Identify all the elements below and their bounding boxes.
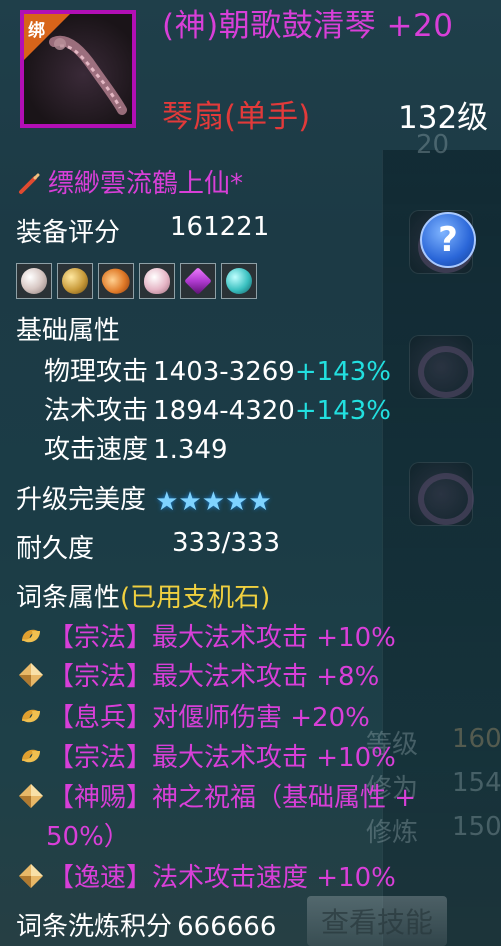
affix-text-continued: 50%） (46, 822, 130, 852)
affix-text: 【宗法】最大法术攻击 +10% (48, 623, 396, 653)
gem-slot-5[interactable] (180, 263, 216, 299)
pearl-gem-icon (21, 268, 47, 294)
background-row-label-3: 修炼 (366, 818, 419, 848)
affix-row: 【宗法】最大法术攻击 +10% (16, 617, 396, 654)
perfection-stars: ★★★★★ (155, 487, 272, 517)
score-value: 161221 (170, 212, 270, 242)
stat-bonus: +143% (294, 357, 391, 387)
teal-orb-gem-icon (226, 268, 252, 294)
stat-label: 攻击速度 (44, 435, 149, 465)
background-slot-3 (409, 462, 474, 526)
affix-header-note: (已用支机石) (120, 583, 271, 613)
durability-value-wrap: 333/333 (172, 528, 280, 558)
maker-row: 缥緲雲流鶴上仙* (18, 163, 243, 200)
gem-slots (16, 263, 257, 299)
stat-value: 1.349 (153, 435, 228, 465)
affix-row: 【宗法】最大法术攻击 +8% (16, 656, 379, 693)
diamond-icon (19, 784, 43, 808)
durability-label: 耐久度 (16, 534, 95, 564)
durability-value: 333/333 (172, 528, 281, 558)
refine-value: 666666 (177, 912, 277, 942)
amber-gem-icon (98, 263, 134, 299)
base-header: 基础属性 (16, 316, 121, 346)
affix-row: 【神赐】神之祝福（基础属性 + (16, 777, 416, 814)
star-icon: ★ (155, 487, 179, 517)
affix-row: 【逸速】法术攻击速度 +10% (16, 857, 396, 894)
pink-pearl-gem-icon (144, 268, 170, 294)
affix-row: 【宗法】最大法术攻击 +10% (16, 737, 396, 774)
item-type: 琴扇(单手) (162, 99, 311, 135)
affix-text: 【神赐】神之祝福（基础属性 + (48, 783, 417, 813)
star-icon: ★ (225, 487, 249, 517)
background-row-value-1: 160 (452, 724, 501, 754)
maker-name: 缥緲雲流鶴上仙* (48, 169, 244, 199)
perfection-label: 升级完美度 (16, 485, 147, 515)
background-row-value-3: 150 (452, 812, 501, 842)
affix-text: 【逸速】法术攻击速度 +10% (48, 863, 396, 893)
swirl-icon (22, 749, 40, 763)
help-button[interactable]: ? (420, 212, 476, 268)
affix-text: 【宗法】最大法术攻击 +8% (48, 662, 380, 692)
background-slot-2 (409, 335, 474, 399)
item-icon[interactable]: 绑 (20, 10, 136, 128)
item-title: (神)朝歌鼓清琴 +20 (162, 8, 454, 44)
score-row: 装备评分 (16, 212, 120, 249)
star-icon: ★ (201, 487, 226, 517)
stat-bonus: +143% (294, 396, 391, 426)
stat-row: 物理攻击 1403-3269+143% (44, 351, 391, 388)
refine-label: 词条洗炼积分 (16, 912, 173, 942)
purple-crystal-gem-icon (184, 267, 212, 295)
background-row-value-2: 154 (452, 768, 501, 798)
gem-slot-1[interactable] (16, 263, 52, 299)
diamond-icon (19, 663, 43, 687)
gem-slot-2[interactable] (57, 263, 93, 299)
affix-header-row: 词条属性(已用支机石) (16, 577, 270, 614)
gold-orb-gem-icon (62, 268, 88, 294)
refine-row: 词条洗炼积分 666666 (16, 906, 276, 943)
stat-label: 物理攻击 (44, 357, 149, 387)
bound-label: 绑 (28, 21, 45, 41)
affix-text: 【息兵】对偃师伤害 +20% (48, 703, 370, 733)
gem-slot-4[interactable] (139, 263, 175, 299)
swirl-icon (22, 709, 40, 723)
score-value-wrap: 161221 (170, 212, 269, 242)
swirl-icon (22, 629, 40, 643)
item-level: 132级 (398, 100, 489, 136)
view-skill-button[interactable]: 查看技能 (307, 896, 447, 946)
stat-value: 1403-3269 (153, 357, 295, 387)
gem-slot-6[interactable] (221, 263, 257, 299)
star-icon: ★ (178, 487, 202, 517)
affix-row: 【息兵】对偃师伤害 +20% (16, 697, 370, 734)
affix-header-label: 词条属性 (16, 583, 121, 613)
base-header-row: 基础属性 (16, 310, 120, 347)
perfection-row: 升级完美度 ★★★★★ (16, 479, 272, 517)
stat-label: 法术攻击 (44, 396, 149, 426)
question-mark-icon: ? (438, 220, 458, 260)
affix-row-continued: 50%） (46, 816, 130, 853)
diamond-icon (19, 864, 43, 888)
affix-text: 【宗法】最大法术攻击 +10% (48, 743, 396, 773)
stat-row: 法术攻击 1894-4320+143% (44, 390, 391, 427)
brush-icon (19, 173, 40, 194)
stat-row: 攻击速度 1.349 (44, 429, 228, 466)
durability-row: 耐久度 (16, 528, 94, 565)
score-label: 装备评分 (16, 218, 121, 248)
gem-slot-3[interactable] (98, 263, 134, 299)
star-icon: ★ (248, 487, 272, 517)
stat-value: 1894-4320 (153, 396, 295, 426)
